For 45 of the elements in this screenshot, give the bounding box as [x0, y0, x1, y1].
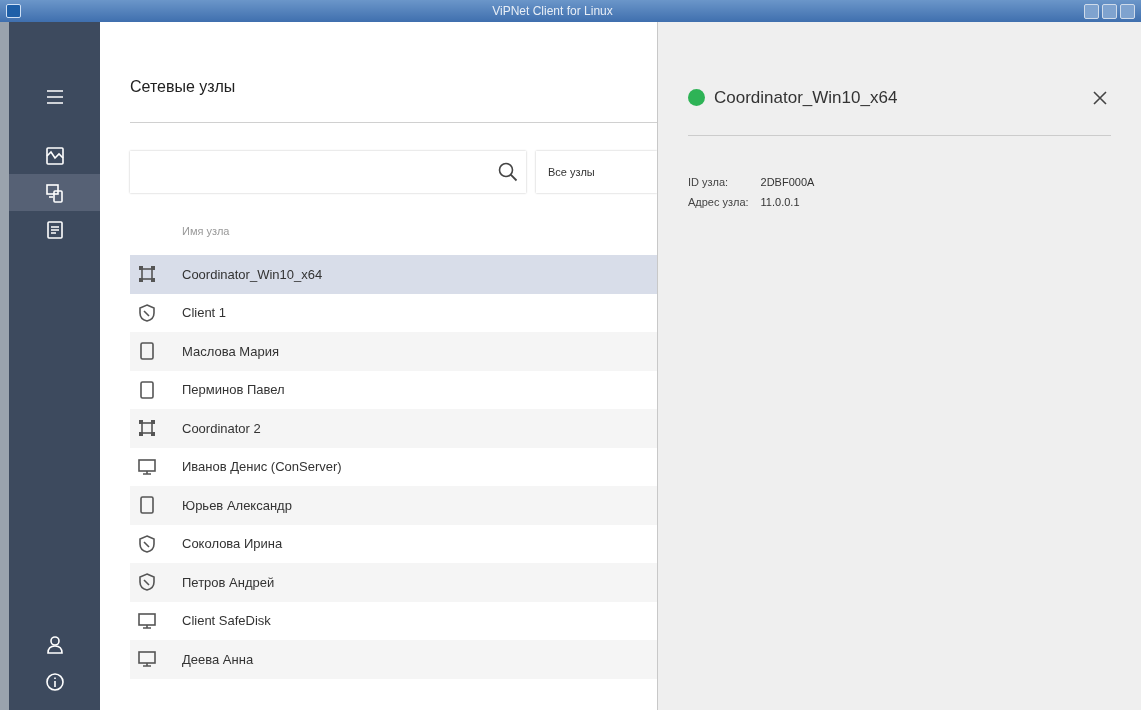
- network-node-icon: [137, 418, 157, 439]
- tablet-icon: [137, 341, 157, 362]
- monitor-icon: [137, 649, 157, 670]
- panel-title: Сетевые узлы: [130, 77, 237, 97]
- list-row[interactable]: Деева Анна: [130, 640, 657, 679]
- field-value: 11.0.0.1: [760, 196, 801, 208]
- shield-icon: [137, 533, 157, 554]
- node-name: Client 1: [182, 305, 227, 321]
- search-icon: [498, 162, 518, 182]
- computers-icon[interactable]: [9, 174, 100, 211]
- node-name: Маслова Мария: [182, 343, 279, 359]
- node-name: Деева Анна: [182, 651, 254, 667]
- shield-icon: [137, 572, 157, 593]
- node-name: Client SafeDisk: [182, 613, 271, 629]
- column-header: Имя узла: [181, 224, 231, 239]
- node-name: Coordinator_Win10_x64: [182, 266, 323, 282]
- tablet-icon: [137, 495, 157, 516]
- list-row[interactable]: Coordinator_Win10_x64: [130, 255, 657, 294]
- node-name: Coordinator_Win10_x64: [714, 87, 899, 108]
- app-icon: [6, 4, 21, 18]
- list-row[interactable]: Маслова Мария: [130, 332, 657, 371]
- node-name: Перминов Павел: [182, 382, 285, 398]
- node-name: Иванов Денис (ConServer): [182, 459, 342, 475]
- monitor-icon: [137, 610, 157, 631]
- list-row[interactable]: Перминов Павел: [130, 370, 657, 409]
- filter-dropdown[interactable]: Все узлы: [536, 151, 657, 193]
- field-value: 2DBF000A: [760, 176, 816, 188]
- network-node-icon: [137, 264, 157, 285]
- list-row[interactable]: Юрьев Александр: [130, 486, 657, 525]
- list-row[interactable]: Client 1: [130, 293, 657, 332]
- node-name: Юрьев Александр: [182, 497, 292, 513]
- node-name: Coordinator 2: [182, 420, 261, 436]
- list-row[interactable]: Петров Андрей: [130, 563, 657, 602]
- node-name: Петров Андрей: [182, 574, 275, 590]
- field-label: Адрес узла:: [688, 196, 749, 208]
- field-label: ID узла:: [688, 176, 730, 188]
- window-title: ViPNet Client for Linux: [491, 4, 614, 18]
- list-row[interactable]: Соколова Ирина: [130, 524, 657, 563]
- monitor-icon: [137, 456, 157, 477]
- tablet-icon: [137, 379, 157, 400]
- list-row[interactable]: Client SafeDisk: [130, 601, 657, 640]
- shield-icon: [137, 302, 157, 323]
- node-name: Соколова Ирина: [182, 536, 283, 552]
- list-row[interactable]: Иванов Денис (ConServer): [130, 447, 657, 486]
- list-row[interactable]: Coordinator 2: [130, 409, 657, 448]
